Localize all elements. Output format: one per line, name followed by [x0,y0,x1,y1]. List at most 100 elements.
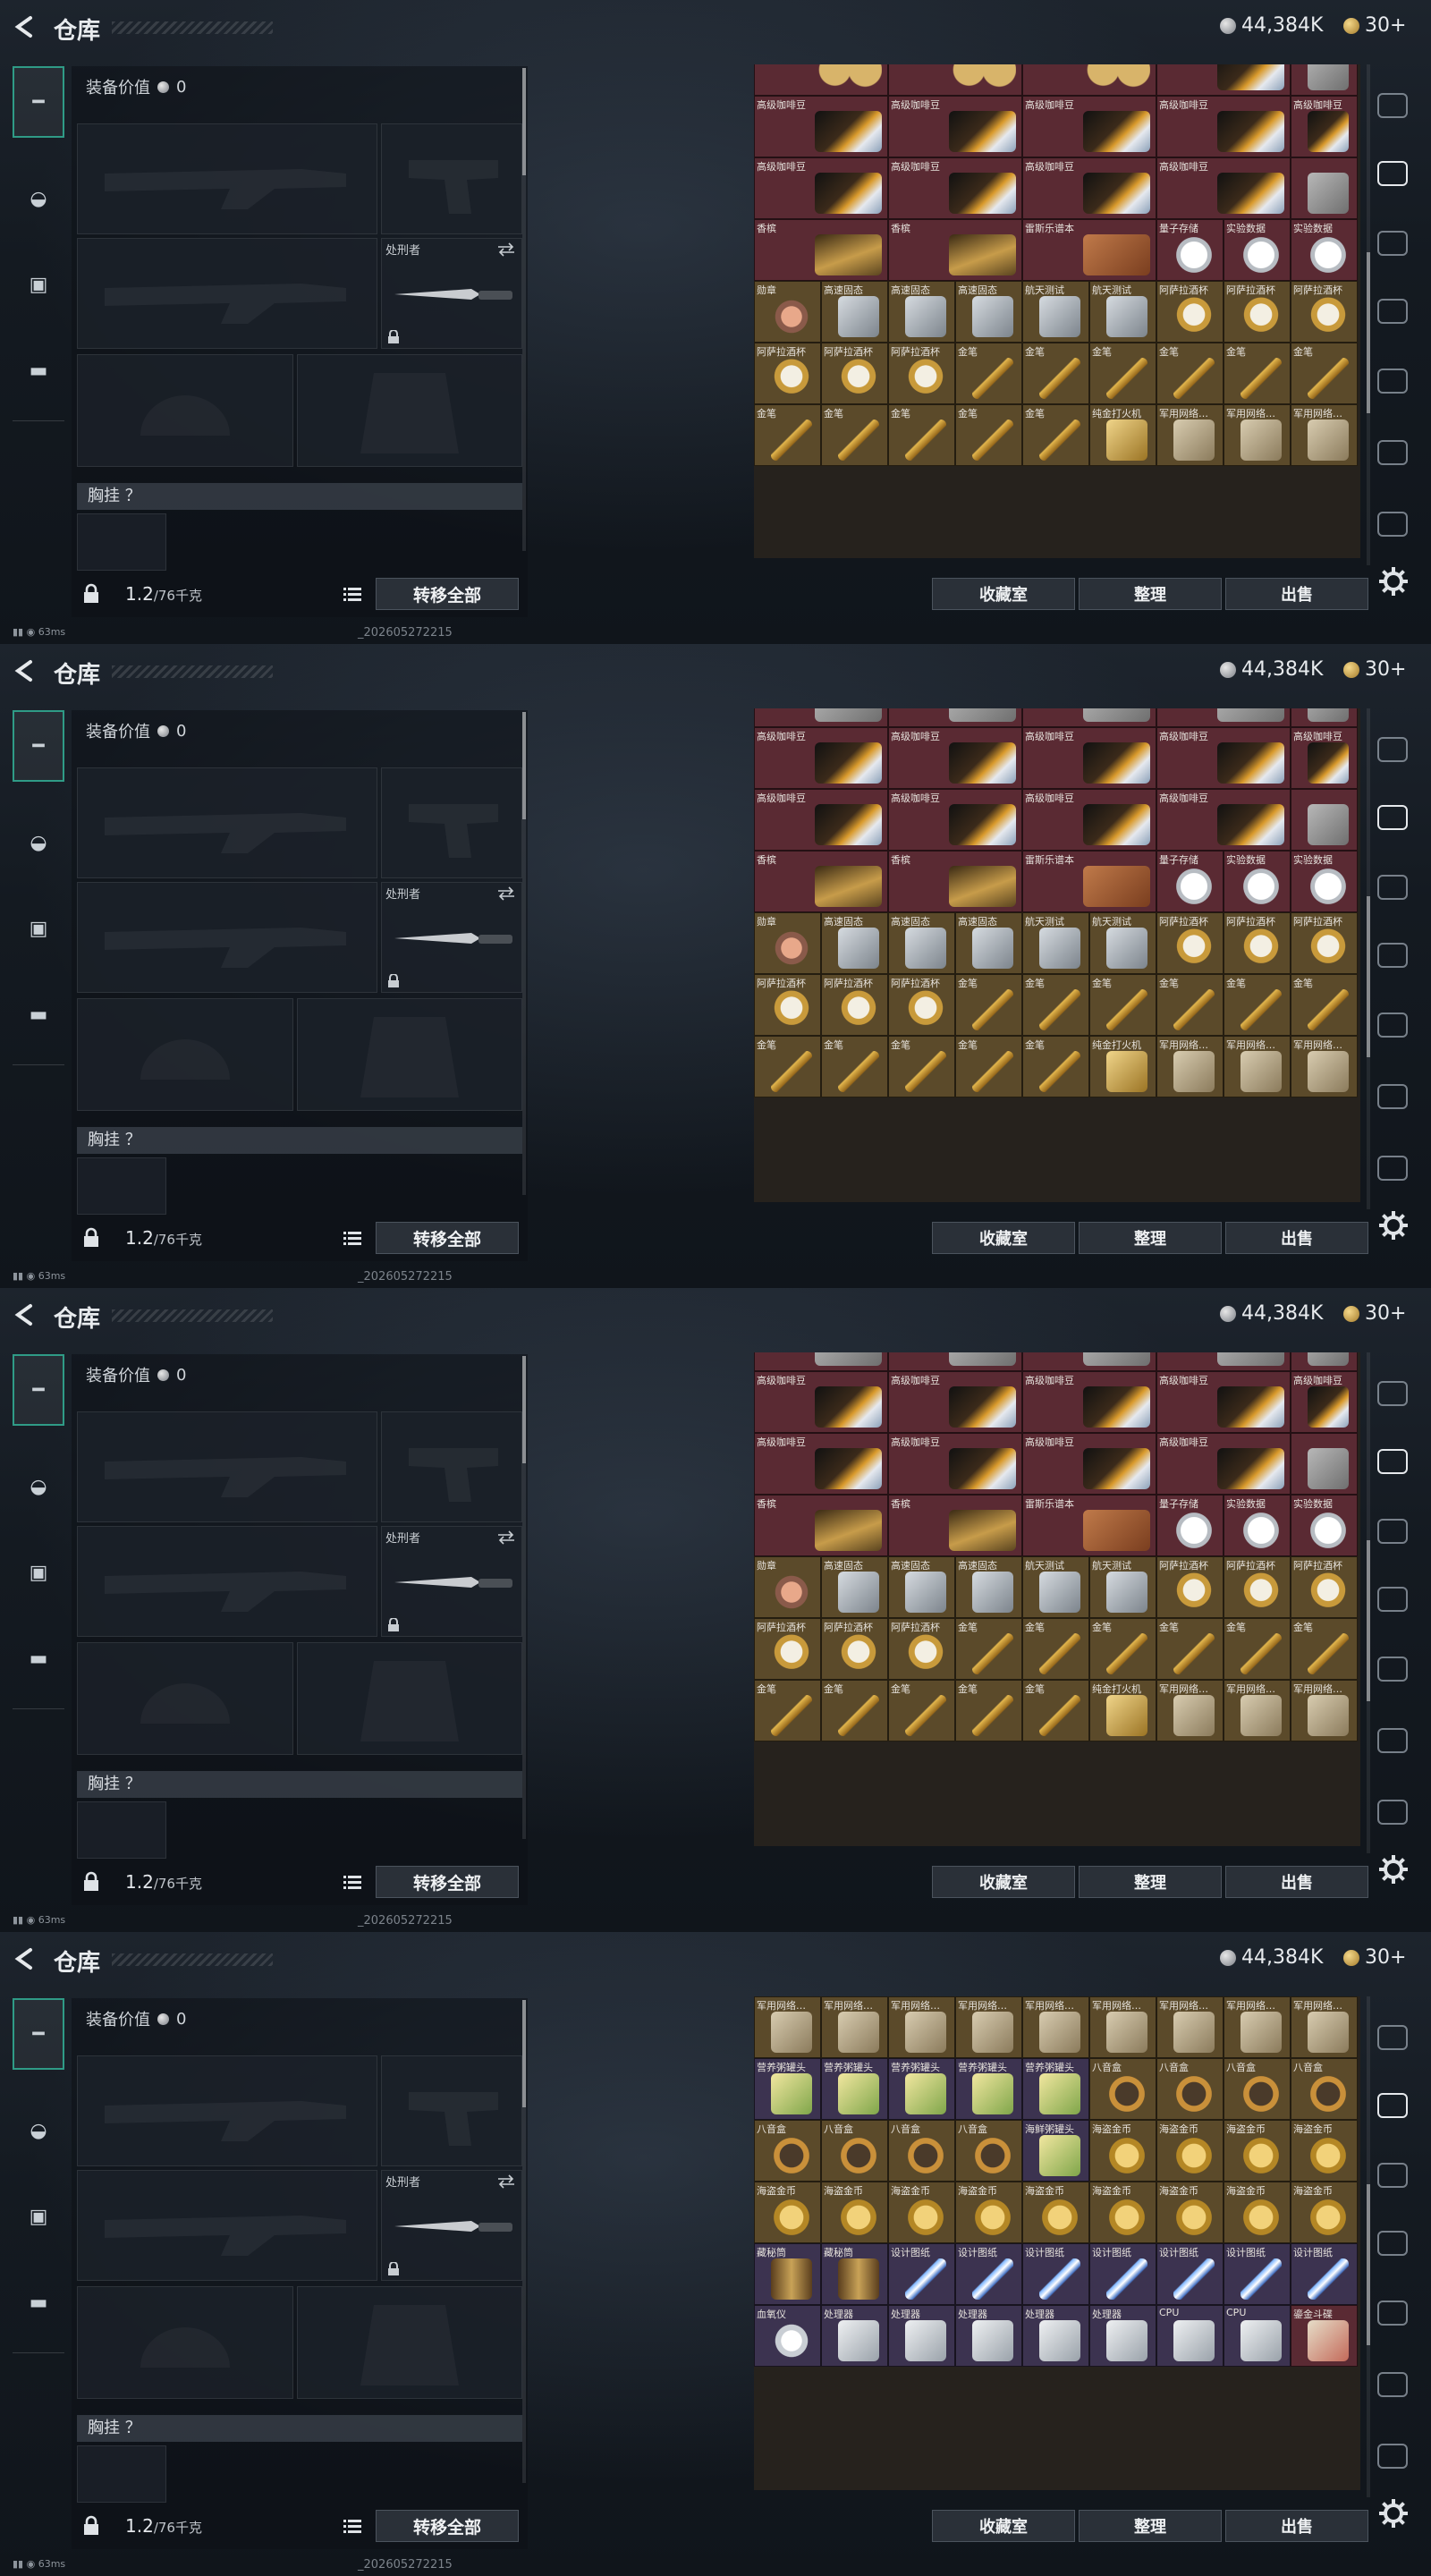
item-cell[interactable]: 阿萨拉酒杯 [1156,912,1224,974]
item-cell[interactable]: 金笔 [955,404,1022,466]
collection-button[interactable]: 收藏室 [932,1866,1075,1898]
item-cell[interactable]: 实验数据 [1291,1495,1358,1556]
sell-button[interactable]: 出售 [1225,2510,1368,2542]
gold-currency[interactable]: 30+ [1343,14,1406,37]
knife-slot[interactable]: 处刑者 [381,1526,522,1637]
nav-armor[interactable]: ◒ [13,1451,64,1522]
chest-rig-slot[interactable] [77,1157,166,1215]
item-cell[interactable]: 军用网络… [1156,404,1224,466]
settings-icon[interactable] [1377,565,1410,597]
rail-tab-1[interactable] [1377,2025,1408,2050]
item-cell[interactable]: 实验数据 [1224,851,1291,912]
item-cell[interactable] [1291,789,1358,851]
item-cell[interactable]: 设计图纸 [1089,2243,1156,2305]
pistol-slot[interactable] [381,123,522,234]
rail-tab-2[interactable] [1377,1449,1408,1474]
item-cell[interactable]: 藏秘筒 [821,2243,888,2305]
item-cell[interactable]: 高级咖啡豆 [888,789,1022,851]
lock-icon[interactable] [80,2515,102,2537]
item-cell[interactable]: 高级咖啡豆 [1156,157,1291,219]
nav-case[interactable]: ▬ [13,2267,64,2338]
item-cell[interactable]: 金笔 [821,1680,888,1741]
item-cell[interactable]: 军用网络… [754,1996,821,2058]
item-cell[interactable]: 航天测试 [1022,281,1089,343]
item-cell[interactable] [1156,1352,1291,1371]
item-cell[interactable]: 量子存储 [1156,219,1224,281]
item-cell[interactable]: 纯金打火机 [1089,404,1156,466]
swap-icon[interactable] [496,886,516,901]
item-cell[interactable]: 金笔 [955,1618,1022,1680]
item-cell[interactable]: 营养粥罐头 [888,2058,955,2120]
item-cell[interactable]: CPU [1224,2305,1291,2367]
item-cell[interactable]: 实验数据 [1224,219,1291,281]
knife-slot[interactable]: 处刑者 [381,882,522,993]
organize-button[interactable]: 整理 [1079,1866,1222,1898]
item-cell[interactable]: 金笔 [955,1680,1022,1741]
item-cell[interactable]: 香槟 [888,219,1022,281]
item-cell[interactable]: 金笔 [1089,343,1156,404]
rail-tab-7[interactable] [1377,1800,1408,1825]
rail-tab-2[interactable] [1377,2093,1408,2118]
item-cell[interactable]: 金笔 [1022,1680,1089,1741]
item-cell[interactable]: 雷斯乐谱本 [1022,219,1156,281]
item-cell[interactable]: 高级咖啡豆 [1291,96,1358,157]
organize-button[interactable]: 整理 [1079,578,1222,610]
rail-tab-7[interactable] [1377,1156,1408,1181]
item-cell[interactable]: 金笔 [1291,974,1358,1036]
item-cell[interactable]: 军用网络… [1291,404,1358,466]
item-cell[interactable]: 阿萨拉酒杯 [1291,1556,1358,1618]
item-cell[interactable]: 军用网络… [888,1996,955,2058]
item-cell[interactable]: 金笔 [1224,343,1291,404]
item-cell[interactable]: 军用网络… [1156,1996,1224,2058]
nav-case[interactable]: ▬ [13,979,64,1050]
item-cell[interactable]: 勋章 [754,912,821,974]
rail-tab-3[interactable] [1377,1519,1408,1544]
item-cell[interactable]: 香槟 [888,851,1022,912]
item-cell[interactable]: 金笔 [1224,1618,1291,1680]
item-cell[interactable]: 海盗金币 [888,2182,955,2243]
item-cell[interactable]: 海盗金币 [1291,2120,1358,2182]
helmet-slot[interactable] [77,1642,293,1755]
item-cell[interactable]: 高级咖啡豆 [1156,1433,1291,1495]
rail-tab-5[interactable] [1377,1657,1408,1682]
sell-button[interactable]: 出售 [1225,1866,1368,1898]
transfer-all-button[interactable]: 转移全部 [376,1866,519,1898]
item-cell[interactable]: 金笔 [955,974,1022,1036]
item-cell[interactable]: 阿萨拉酒杯 [888,343,955,404]
item-cell[interactable]: 营养粥罐头 [754,2058,821,2120]
item-cell[interactable]: 军用网络… [1089,1996,1156,2058]
sell-button[interactable]: 出售 [1225,578,1368,610]
secondary-weapon-slot[interactable] [77,238,377,349]
item-cell[interactable]: 处理器 [955,2305,1022,2367]
primary-weapon-slot[interactable] [77,767,377,878]
item-cell[interactable]: 阿萨拉酒杯 [1224,912,1291,974]
item-cell[interactable]: 航天测试 [1089,1556,1156,1618]
list-icon[interactable] [342,1227,363,1249]
nav-backpack[interactable]: ▣ [13,893,64,964]
warehouse-scrollbar[interactable] [1367,708,1370,1209]
item-cell[interactable]: 量子存储 [1156,851,1224,912]
item-cell[interactable]: 金笔 [821,404,888,466]
item-cell[interactable]: 高级咖啡豆 [754,157,888,219]
item-cell[interactable]: 营养粥罐头 [821,2058,888,2120]
item-cell[interactable] [1291,1433,1358,1495]
equipment-scrollbar[interactable] [522,68,526,551]
item-cell[interactable]: 香槟 [754,851,888,912]
item-cell[interactable]: 海盗金币 [1156,2120,1224,2182]
item-cell[interactable] [1291,708,1358,727]
collection-button[interactable]: 收藏室 [932,2510,1075,2542]
item-cell[interactable]: 阿萨拉酒杯 [888,974,955,1036]
item-cell[interactable]: 军用网络… [1224,1036,1291,1097]
rail-tab-6[interactable] [1377,440,1408,465]
item-cell[interactable]: 八音盒 [888,2120,955,2182]
rail-tab-7[interactable] [1377,512,1408,537]
warehouse-scrollbar[interactable] [1367,64,1370,565]
item-cell[interactable]: 高级咖啡豆 [754,96,888,157]
item-cell[interactable]: 高级咖啡豆 [888,727,1022,789]
nav-case[interactable]: ▬ [13,335,64,406]
item-cell[interactable]: 军用网络… [821,1996,888,2058]
item-cell[interactable]: 营养粥罐头 [955,2058,1022,2120]
item-cell[interactable]: 设计图纸 [955,2243,1022,2305]
item-cell[interactable]: 金笔 [1089,974,1156,1036]
item-cell[interactable]: 金笔 [955,1036,1022,1097]
